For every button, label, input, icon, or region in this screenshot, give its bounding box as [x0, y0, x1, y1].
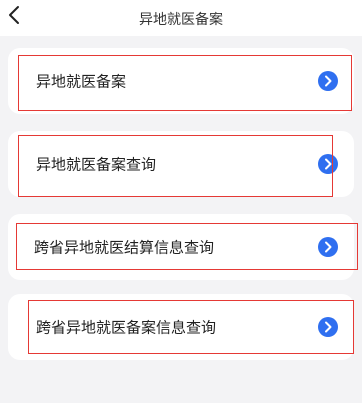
menu-item-label: 异地就医备案: [36, 72, 127, 91]
chevron-right-circle-icon[interactable]: [318, 317, 338, 337]
menu-item-remote-medical-filing[interactable]: 异地就医备案: [8, 48, 354, 114]
menu-item-label: 跨省异地就医结算信息查询: [34, 238, 215, 257]
menu-item-label: 跨省异地就医备案信息查询: [36, 318, 217, 337]
page-title: 异地就医备案: [139, 12, 223, 28]
menu-item-label: 异地就医备案查询: [36, 155, 157, 174]
menu-item-filing-query[interactable]: 异地就医备案查询: [8, 131, 354, 197]
chevron-right-circle-icon[interactable]: [318, 237, 338, 257]
chevron-right-circle-icon[interactable]: [318, 154, 338, 174]
chevron-right-circle-icon[interactable]: [318, 71, 338, 91]
top-bar: 异地就医备案: [0, 0, 362, 36]
menu-item-filing-info-query[interactable]: 跨省异地就医备案信息查询: [8, 294, 354, 360]
menu-item-settlement-info-query[interactable]: 跨省异地就医结算信息查询: [8, 214, 354, 280]
